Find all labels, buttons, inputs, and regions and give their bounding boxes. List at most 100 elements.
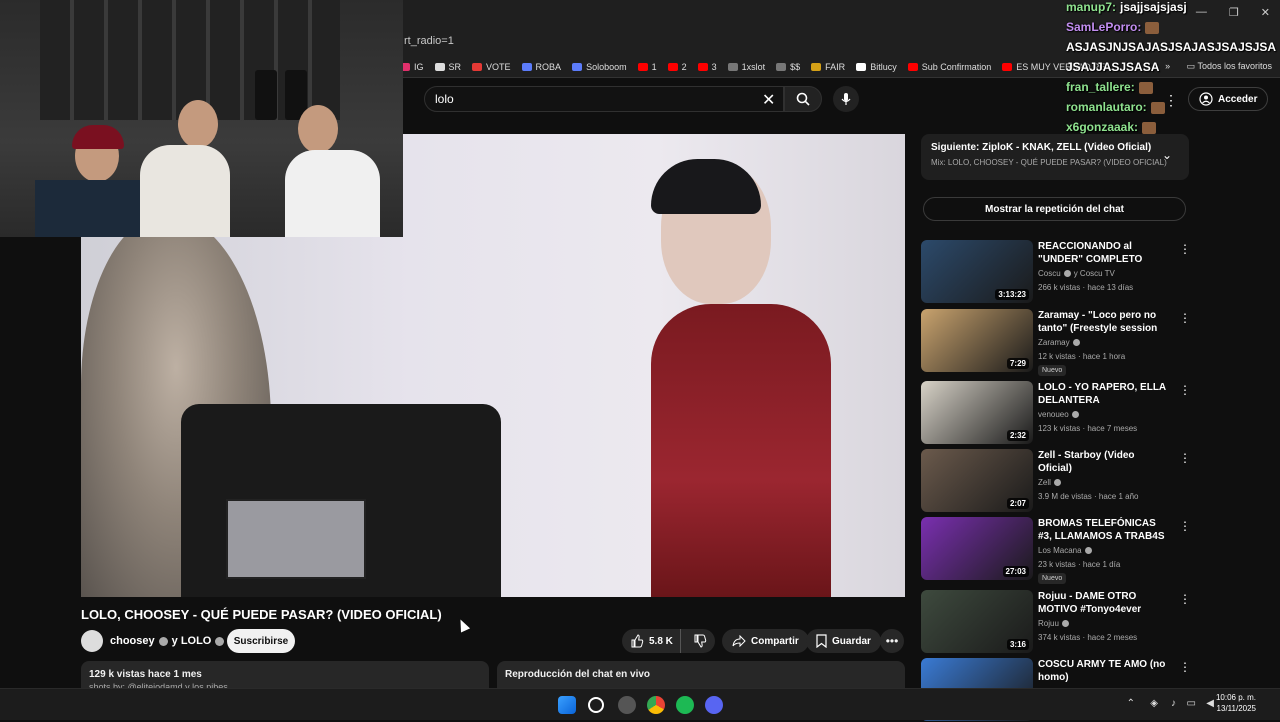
clock-time: 10:06 p. m. [1215,693,1256,702]
recommendation-item[interactable]: 2:07 Zell - Starboy (Video Oficial) Zell 3.… [921,449,1191,513]
chat-emote-icon [1145,21,1160,34]
like-count: 5.8 K [649,635,673,647]
bookmark-item[interactable]: 3 [697,61,717,72]
bookmark-item[interactable]: FAIR [811,62,845,72]
chrome-icon[interactable] [647,696,665,714]
taskbar-clock[interactable]: 10:06 p. m. 13/11/2025 [1216,692,1256,714]
taskbar-search-icon[interactable] [588,697,604,713]
share-icon [732,635,746,647]
video-duration: 2:07 [1006,498,1029,509]
bookmark-item[interactable]: Soloboom [572,62,627,72]
new-badge: Nuevo [1038,365,1067,376]
search-input-value: lolo [435,92,454,106]
verified-icon [1084,547,1092,554]
chat-username: fran_tallere: [1066,80,1135,94]
bookmark-label: ROBA [535,61,562,72]
more-horizontal-icon: ••• [885,634,899,648]
url-text[interactable]: rt_radio=1 [404,35,454,47]
more-vertical-icon[interactable]: ⋮ [1179,383,1191,397]
bookmark-icon [521,62,532,71]
recommendation-thumbnail[interactable]: 7:29 [921,309,1033,372]
recommendation-title[interactable]: BROMAS TELEFÓNICAS #3, LLAMAMOS A TRAB4S… [1038,517,1168,543]
chat-username: manup7: [1066,0,1117,14]
recommendation-channel[interactable]: Rojuu [1038,619,1069,628]
more-vertical-icon[interactable]: ⋮ [1179,311,1191,325]
chevron-down-icon[interactable]: ⌄ [1162,148,1172,162]
recommendation-channel[interactable]: Zell [1038,478,1061,487]
verified-icon [1053,479,1061,486]
bookmark-label: FAIR [825,61,846,72]
more-actions-button[interactable]: ••• [880,629,904,653]
bookmark-item[interactable]: Sub Confirmation [907,62,991,72]
obs-icon[interactable] [618,696,636,714]
tray-network-icon[interactable]: ◈ [1150,698,1158,709]
thumbs-down-icon [694,634,707,648]
voice-search-button[interactable] [833,86,859,112]
bookmark-item[interactable]: VOTE [472,62,511,72]
bookmark-label: VOTE [486,61,511,72]
up-next-box[interactable]: Siguiente: ZiploK - KNAK, ZELL (Video Of… [921,134,1189,180]
recommendation-channel[interactable]: Zaramay [1038,338,1080,347]
bookmark-item[interactable]: 1xslot [727,62,765,72]
channel-name[interactable]: choosey y LOLO [110,635,225,647]
recommendation-item[interactable]: 27:03 BROMAS TELEFÓNICAS #3, LLAMAMOS A T… [921,517,1191,584]
recommendation-title[interactable]: Rojuu - DAME OTRO MOTIVO #Tonyo4ever [1038,590,1168,616]
tray-mic-icon[interactable]: ♪ [1171,698,1176,709]
recommendation-title[interactable]: Zell - Starboy (Video Oficial) [1038,449,1168,475]
bookmark-item[interactable]: IG [400,62,424,72]
recommendation-title[interactable]: LOLO - YO RAPERO, ELLA DELANTERA [1038,381,1168,407]
recommendation-thumbnail[interactable]: 27:03 [921,517,1033,580]
dislike-button[interactable] [686,634,715,648]
share-button[interactable]: Compartir [722,629,809,653]
tray-chevron-up-icon[interactable]: ⌃ [1127,698,1135,709]
video-duration: 7:29 [1006,358,1029,369]
more-vertical-icon[interactable]: ⋮ [1179,242,1191,256]
tray-display-icon[interactable]: ▭ [1187,698,1196,709]
clear-search-icon[interactable]: ✕ [762,90,775,110]
more-vertical-icon[interactable]: ⋮ [1179,592,1191,606]
bookmark-item[interactable]: SR [434,62,461,72]
subscribe-button[interactable]: Suscribirse [227,629,295,653]
webcam-person-1-shirt [35,180,145,237]
tray-volume-icon[interactable]: ◀ [1206,698,1214,709]
recommendation-item[interactable]: 2:32 LOLO - YO RAPERO, ELLA DELANTERA veno… [921,381,1191,445]
channel-avatar[interactable] [81,630,103,652]
recommendation-channel[interactable]: venoueo [1038,410,1079,419]
mouse-cursor [455,617,471,633]
more-vertical-icon[interactable]: ⋮ [1179,519,1191,533]
discord-icon[interactable] [705,696,723,714]
recommendation-channel[interactable]: Los Macana [1038,546,1092,555]
bookmark-icon [727,62,738,71]
recommendation-thumbnail[interactable]: 2:07 [921,449,1033,512]
more-vertical-icon[interactable]: ⋮ [1179,660,1191,674]
bookmark-item[interactable]: 1 [637,62,657,72]
bookmark-item[interactable]: ROBA [521,61,562,72]
recommendation-item[interactable]: 3:16 Rojuu - DAME OTRO MOTIVO #Tonyo4ever… [921,590,1191,654]
recommendation-item[interactable]: 3:13:23 REACCIONANDO al "UNDER" COMPLETO C… [921,240,1191,304]
recommendation-title[interactable]: REACCIONANDO al "UNDER" COMPLETO [1038,240,1168,266]
recommendation-item[interactable]: 7:29 Zaramay - "Loco pero no tanto" (Free… [921,309,1191,376]
recommendation-thumbnail[interactable]: 3:13:23 [921,240,1033,303]
recommendation-title[interactable]: Zaramay - "Loco pero no tanto" (Freestyl… [1038,309,1168,335]
recommendation-thumbnail[interactable]: 2:32 [921,381,1033,444]
like-button[interactable]: 5.8 K [622,629,681,653]
more-vertical-icon[interactable]: ⋮ [1179,451,1191,465]
video-subject-right-cap [651,159,761,214]
recommendation-thumbnail[interactable]: 3:16 [921,590,1033,653]
channel-name-label[interactable]: choosey [110,635,155,647]
spotify-icon[interactable] [676,696,694,714]
windows-taskbar [0,688,1280,720]
recommendation-channel[interactable]: Coscu y Coscu TV [1038,269,1115,278]
bookmark-item[interactable]: $$ [776,62,800,72]
bookmark-item[interactable]: 2 [667,62,687,72]
bookmark-label: 3 [711,61,717,72]
recommendation-title[interactable]: COSCU ARMY TE AMO (no homo) [1038,658,1168,684]
search-input[interactable]: lolo [424,86,784,112]
recommendation-views: 266 k vistas · hace 13 días [1038,283,1134,292]
show-chat-replay-button[interactable]: Mostrar la repetición del chat [923,197,1186,221]
channel-join-label[interactable]: y LOLO [172,635,212,647]
save-button[interactable]: Guardar [806,629,881,653]
bookmark-item[interactable]: Bitlucy [856,62,897,72]
windows-start-icon[interactable] [558,696,576,714]
search-button[interactable] [784,86,822,112]
